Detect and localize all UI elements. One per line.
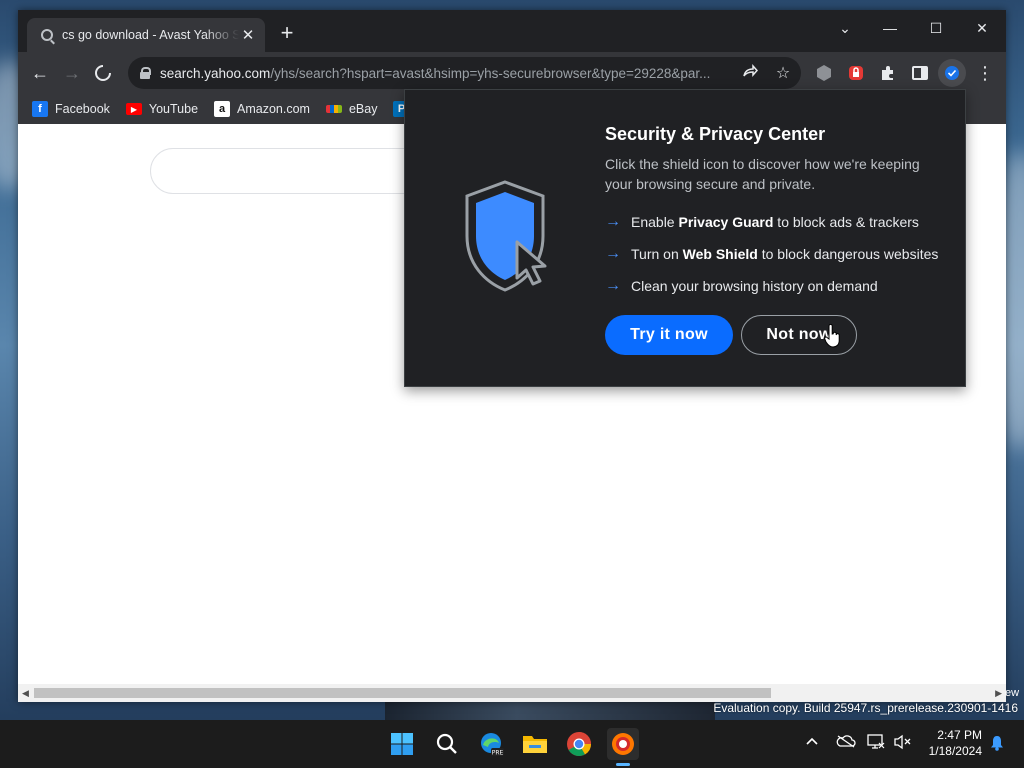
avast-browser-icon	[612, 733, 634, 755]
edge-beta-app[interactable]: PRE	[476, 728, 508, 760]
file-explorer-app[interactable]	[519, 728, 551, 760]
new-tab-button[interactable]: +	[275, 22, 299, 44]
youtube-icon: ▶	[125, 103, 142, 115]
avast-browser-app[interactable]	[607, 728, 639, 760]
back-button[interactable]: ←	[28, 62, 52, 84]
horizontal-scrollbar[interactable]: ◀ ▶	[18, 684, 1006, 702]
arrow-right-icon: →	[605, 213, 621, 230]
bookmark-label: YouTube	[148, 102, 199, 116]
close-window-button[interactable]: ✕	[967, 18, 997, 38]
feature-item: → Enable Privacy Guard to block ads & tra…	[605, 213, 919, 231]
scroll-left-icon[interactable]: ◀	[22, 688, 29, 699]
feature-text: Turn on Web Shield to block dangerous we…	[631, 246, 939, 262]
browser-toolbar: ← → search.yahoo.com/yhs/search?hspart=a…	[18, 52, 1006, 94]
watermark-fragment: ew	[1005, 687, 1020, 699]
onedrive-icon[interactable]	[836, 734, 856, 751]
try-it-now-button[interactable]: Try it now	[605, 315, 733, 355]
file-explorer-icon	[523, 736, 547, 753]
volume-muted-icon[interactable]	[894, 734, 912, 753]
clock-time: 2:47 PM	[937, 728, 982, 742]
title-bar: cs go download - Avast Yahoo Search ✕ + …	[18, 10, 1006, 52]
search-icon	[41, 29, 53, 41]
start-icon	[391, 733, 413, 755]
feature-text: Enable Privacy Guard to block ads & trac…	[631, 214, 919, 230]
bookmark-amazon-com[interactable]: a Amazon.com	[214, 101, 310, 117]
tab-search-button[interactable]: ⌄	[830, 18, 860, 38]
shield-cursor-icon	[465, 180, 547, 292]
forward-button[interactable]: →	[60, 62, 84, 84]
share-icon[interactable]	[740, 63, 760, 84]
network-icon[interactable]	[867, 734, 885, 753]
security-shield-button[interactable]	[938, 59, 966, 87]
taskbar-search-button[interactable]	[431, 728, 463, 760]
maximize-button[interactable]: ☐	[921, 18, 951, 38]
security-privacy-popup: Security & Privacy Center Click the shie…	[404, 89, 966, 387]
side-panel-icon[interactable]	[911, 64, 929, 82]
ebay-icon	[325, 105, 342, 113]
arrow-right-icon: →	[605, 277, 621, 294]
wallpaper-rock	[385, 700, 715, 722]
bookmark-ebay[interactable]: eBay	[325, 102, 378, 116]
system-clock[interactable]: 2:47 PM 1/18/2024	[929, 727, 982, 759]
bookmark-youtube[interactable]: ▶ YouTube	[125, 102, 199, 116]
bookmark-label: eBay	[348, 102, 378, 116]
taskbar: PRE 2:47 PM 1/18/2024	[0, 720, 1024, 768]
facebook-icon: f	[32, 101, 48, 117]
address-bar[interactable]: search.yahoo.com/yhs/search?hspart=avast…	[128, 57, 801, 89]
search-icon	[436, 733, 457, 754]
shield-check-icon	[945, 66, 959, 80]
tab-close-button[interactable]: ✕	[239, 26, 257, 44]
bookmark-label: Amazon.com	[237, 102, 310, 116]
scrollbar-thumb[interactable]	[34, 688, 771, 698]
edge-beta-icon: PRE	[481, 733, 504, 757]
minimize-button[interactable]: —	[875, 18, 905, 38]
start-button[interactable]	[386, 728, 418, 760]
loading-spinner-icon	[95, 65, 111, 81]
browser-tab[interactable]: cs go download - Avast Yahoo Search ✕	[27, 18, 265, 52]
password-extension-icon[interactable]	[847, 64, 865, 82]
hand-cursor-icon	[824, 324, 840, 348]
active-app-indicator	[616, 763, 630, 766]
popup-title: Security & Privacy Center	[605, 124, 826, 144]
scroll-right-icon[interactable]: ▶	[995, 688, 1002, 699]
clock-date: 1/18/2024	[928, 744, 982, 758]
chrome-app[interactable]	[563, 728, 595, 760]
bookmark-label: Facebook	[55, 102, 110, 116]
feature-text: Clean your browsing history on demand	[631, 278, 878, 294]
popup-description: Click the shield icon to discover how we…	[605, 156, 920, 192]
notification-bell-icon[interactable]	[989, 735, 1005, 754]
lock-icon	[140, 67, 151, 79]
bookmark-facebook[interactable]: f Facebook	[32, 101, 110, 117]
evaluation-watermark: Evaluation copy. Build 25947.rs_prerelea…	[713, 701, 1018, 715]
amazon-icon: a	[214, 101, 231, 117]
extensions-puzzle-icon[interactable]	[879, 64, 897, 82]
feature-item: → Turn on Web Shield to block dangerous w…	[605, 245, 938, 263]
feature-item: → Clean your browsing history on demand	[605, 277, 878, 295]
tab-title: cs go download - Avast Yahoo Search	[62, 28, 239, 42]
chevron-up-icon[interactable]	[805, 734, 819, 750]
url-text: search.yahoo.com/yhs/search?hspart=avast…	[160, 65, 711, 81]
menu-kebab-icon[interactable]: ⋮	[973, 62, 997, 84]
stop-loading-button[interactable]	[91, 62, 115, 84]
chrome-icon	[567, 732, 591, 757]
avast-extension-icon[interactable]	[815, 64, 833, 82]
svg-text:PRE: PRE	[492, 750, 504, 757]
arrow-right-icon: →	[605, 245, 621, 262]
bookmark-star-icon[interactable]: ☆	[773, 63, 793, 83]
